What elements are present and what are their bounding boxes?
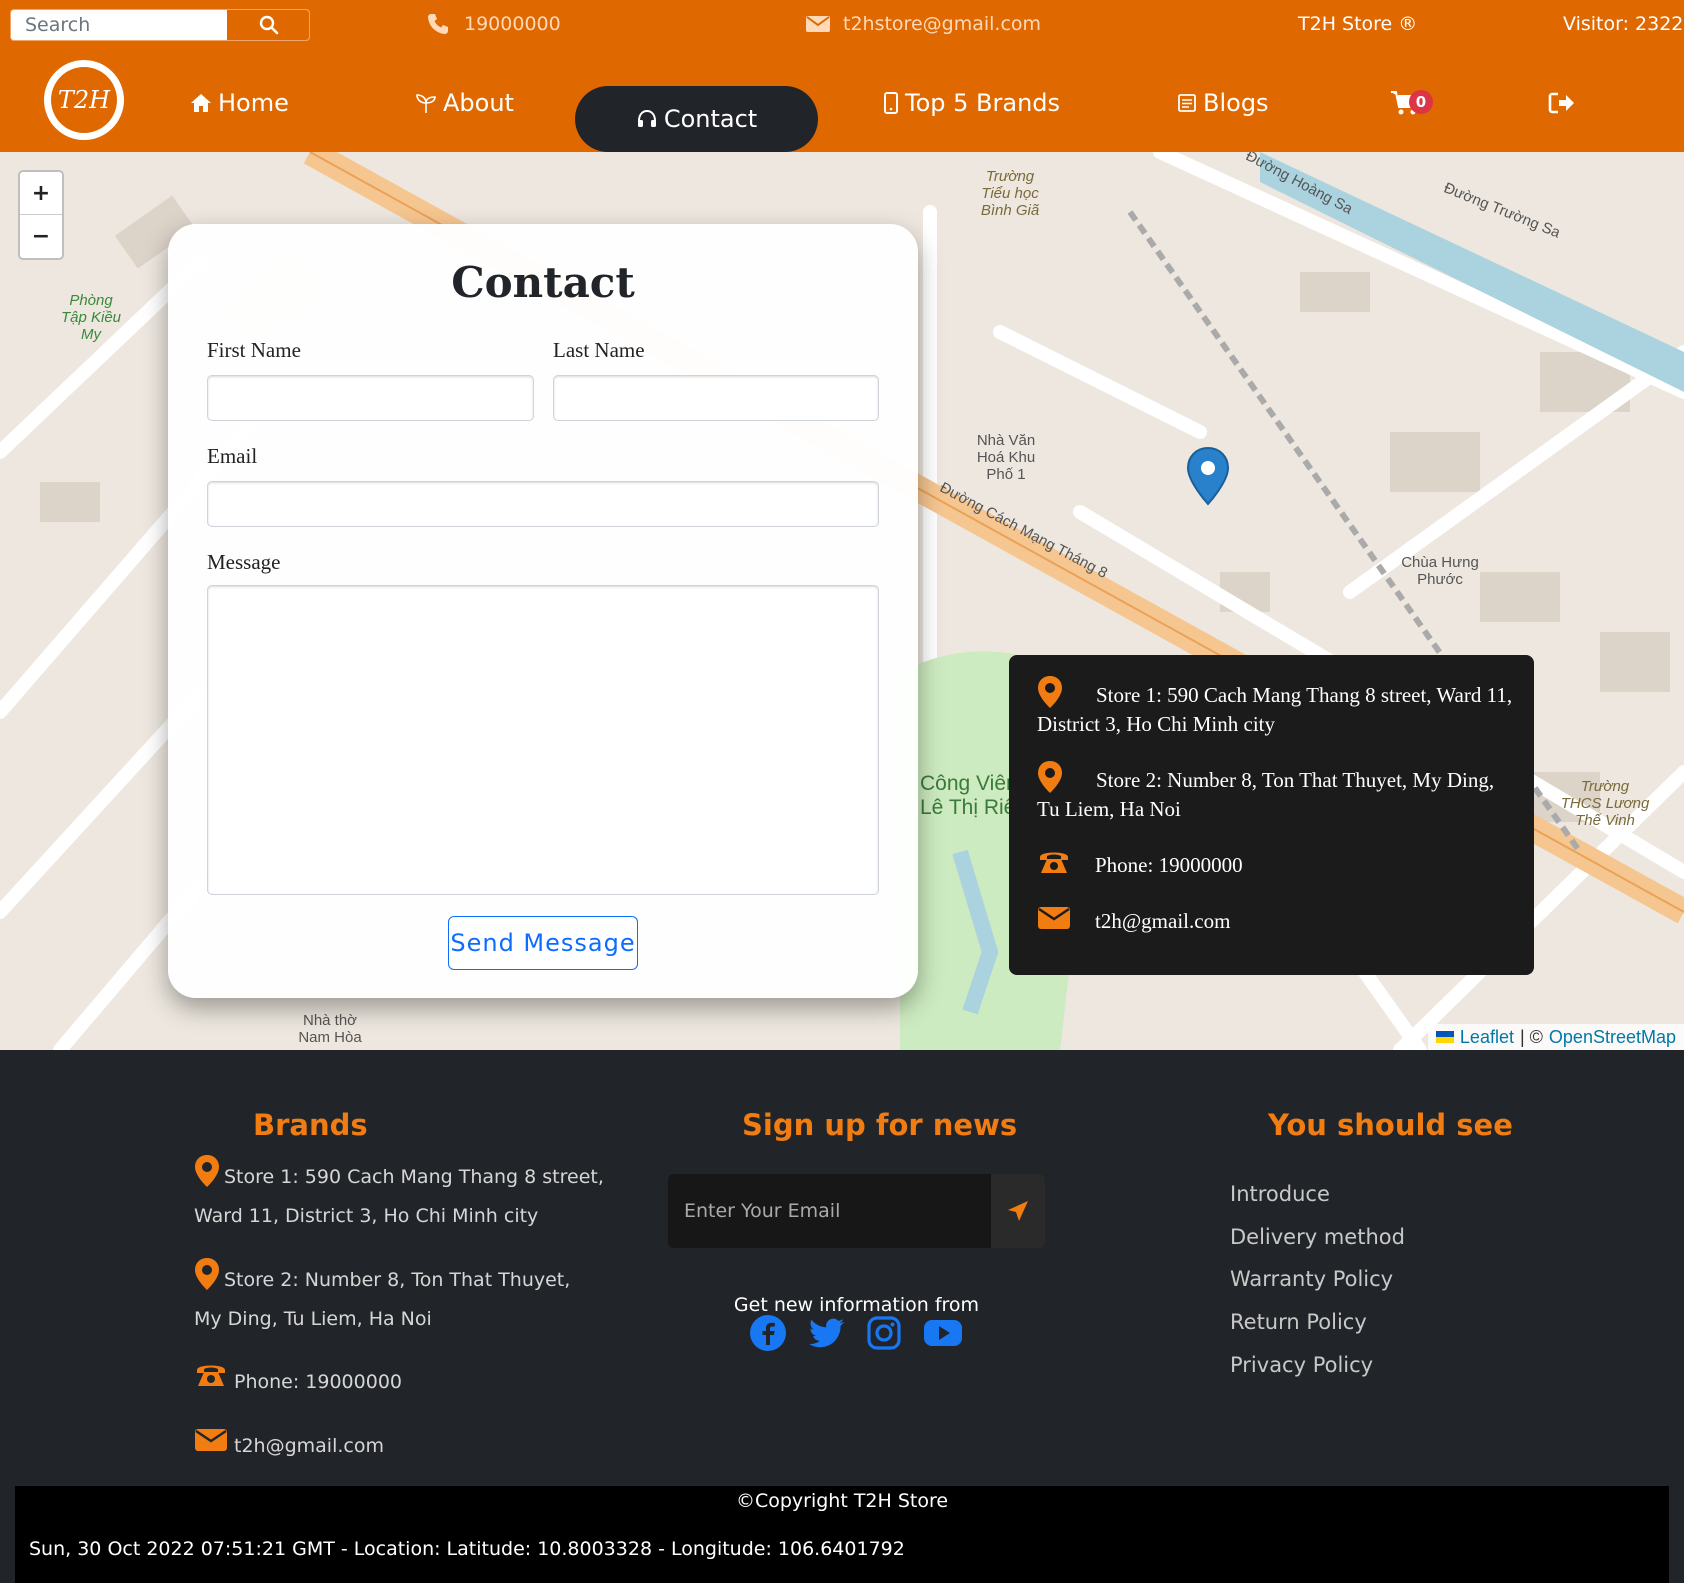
zoom-out-button[interactable]: − [20, 215, 62, 258]
nav-blogs-label: Blogs [1203, 89, 1269, 117]
paper-plane-icon [1008, 1201, 1028, 1221]
phone-icon [1040, 852, 1068, 873]
contact-title: Contact [451, 258, 635, 307]
nav-about-label: About [443, 89, 514, 117]
newsletter-email-input[interactable] [668, 1174, 991, 1248]
osm-link[interactable]: OpenStreetMap [1549, 1027, 1676, 1048]
instagram-icon[interactable] [865, 1314, 903, 1352]
logout-button[interactable] [1548, 86, 1576, 120]
top-phone-text: 19000000 [464, 13, 561, 35]
map-zoom-control: + − [18, 170, 64, 260]
message-label: Message [207, 550, 281, 574]
phone-icon [197, 1365, 225, 1386]
attribution-separator: | © [1519, 1026, 1543, 1047]
top-email-text: t2hstore@gmail.com [843, 13, 1042, 35]
phone-icon [428, 14, 448, 34]
map-attribution: Leaflet | © OpenStreetMap [1427, 1024, 1684, 1050]
contact-form-card: Contact First Name Last Name Email Messa… [168, 224, 918, 998]
ukraine-flag-icon [1435, 1031, 1454, 1043]
map-label: Phòng Tập Kiều My [60, 292, 122, 343]
search-box [10, 9, 310, 41]
map-label: Nhà thờ Nam Hòa [298, 1012, 362, 1046]
nav-top-brands[interactable]: Top 5 Brands [883, 86, 1060, 120]
map-marker-icon [195, 1155, 219, 1187]
footer-phone: Phone: 19000000 [234, 1371, 403, 1393]
first-name-input[interactable] [207, 375, 534, 421]
copyright-text: ©Copyright T2H Store [735, 1490, 949, 1512]
home-icon [191, 94, 211, 112]
zoom-in-button[interactable]: + [20, 172, 62, 215]
map-marker-icon [195, 1258, 219, 1290]
footer-email: t2h@gmail.com [234, 1435, 384, 1457]
status-line: Sun, 30 Oct 2022 07:51:21 GMT - Location… [29, 1538, 905, 1560]
store1-info: Store 1: 590 Cach Mang Thang 8 street, W… [1037, 683, 1513, 736]
email-label: Email [207, 444, 258, 468]
search-button[interactable] [227, 10, 309, 40]
footer-store2-line1: Store 2: Number 8, Ton That Thuyet, [224, 1269, 571, 1291]
youtube-icon[interactable] [923, 1314, 963, 1352]
footer-store1-line1: Store 1: 590 Cach Mang Thang 8 street, [224, 1166, 604, 1188]
nav-about[interactable]: About [415, 86, 514, 120]
news-heading: Sign up for news [742, 1108, 1018, 1142]
link-privacy-policy[interactable]: Privacy Policy [1230, 1353, 1373, 1377]
footer-store1-line2: Ward 11, District 3, Ho Chi Minh city [194, 1205, 539, 1227]
link-warranty-policy[interactable]: Warranty Policy [1230, 1267, 1393, 1291]
logo[interactable]: T2H [44, 60, 124, 140]
headset-icon [637, 109, 656, 127]
map-label: Trường THCS Lương Thế Vinh [1560, 778, 1650, 829]
link-return-policy[interactable]: Return Policy [1230, 1310, 1367, 1334]
top-phone[interactable]: 19000000 [426, 0, 561, 48]
store-phone-info: Phone: 19000000 [1095, 853, 1243, 877]
news-subtitle: Get new information from [733, 1294, 980, 1316]
newspaper-icon [1178, 94, 1196, 112]
envelope-icon [195, 1429, 227, 1451]
twitter-icon[interactable] [808, 1314, 846, 1352]
search-icon [259, 15, 279, 35]
newsletter-form [668, 1174, 1045, 1248]
nav-contact-label: Contact [663, 105, 758, 133]
main-navbar: T2H Home About Contact Top 5 Brands Blog… [0, 48, 1684, 152]
link-introduce[interactable]: Introduce [1230, 1182, 1330, 1206]
envelope-icon [1038, 907, 1070, 929]
last-name-input[interactable] [553, 375, 879, 421]
leaflet-link[interactable]: Leaflet [1460, 1027, 1514, 1048]
copyright-bar: ©Copyright T2H Store Sun, 30 Oct 2022 07… [15, 1486, 1669, 1583]
nav-blogs[interactable]: Blogs [1177, 86, 1269, 120]
store-name: T2H Store ® [1298, 13, 1418, 35]
facebook-icon[interactable] [749, 1314, 787, 1352]
link-delivery-method[interactable]: Delivery method [1230, 1225, 1405, 1249]
message-textarea[interactable] [207, 585, 879, 895]
nav-home-label: Home [218, 89, 289, 117]
store-info-box: Store 1: 590 Cach Mang Thang 8 street, W… [1009, 655, 1534, 975]
seedling-icon [416, 94, 436, 113]
email-input[interactable] [207, 481, 879, 527]
nav-contact[interactable]: Contact [575, 86, 818, 152]
search-input[interactable] [11, 10, 227, 40]
first-name-label: First Name [207, 338, 301, 362]
footer: Brands Store 1: 590 Cach Mang Thang 8 st… [0, 1050, 1684, 1486]
nav-top-brands-label: Top 5 Brands [905, 89, 1061, 117]
send-message-button[interactable]: Send Message [448, 916, 638, 970]
cart-count-badge: 0 [1409, 90, 1433, 114]
envelope-icon [806, 16, 830, 32]
store2-info: Store 2: Number 8, Ton That Thuyet, My D… [1037, 768, 1495, 821]
map-label: Nhà Văn Hoá Khu Phố 1 [976, 432, 1036, 483]
store-email-info: t2h@gmail.com [1095, 909, 1231, 933]
top-bar: 19000000 t2hstore@gmail.com T2H Store ® … [0, 0, 1684, 48]
visitor-count: Visitor: 2322 [1563, 13, 1684, 35]
map-label: Chùa Hưng Phước [1401, 554, 1479, 588]
sign-out-icon [1548, 92, 1574, 114]
newsletter-submit-button[interactable] [991, 1174, 1045, 1248]
map-label: Trường Tiểu học Bình Giã [980, 168, 1040, 219]
nav-home[interactable]: Home [190, 86, 289, 120]
logo-text: T2H [51, 67, 117, 133]
top-email[interactable]: t2hstore@gmail.com [805, 0, 1041, 48]
mobile-icon [884, 92, 898, 114]
brands-heading: Brands [253, 1108, 368, 1142]
footer-store2-line2: My Ding, Tu Liem, Ha Noi [194, 1308, 432, 1330]
last-name-label: Last Name [553, 338, 645, 362]
see-heading: You should see [1268, 1108, 1513, 1142]
